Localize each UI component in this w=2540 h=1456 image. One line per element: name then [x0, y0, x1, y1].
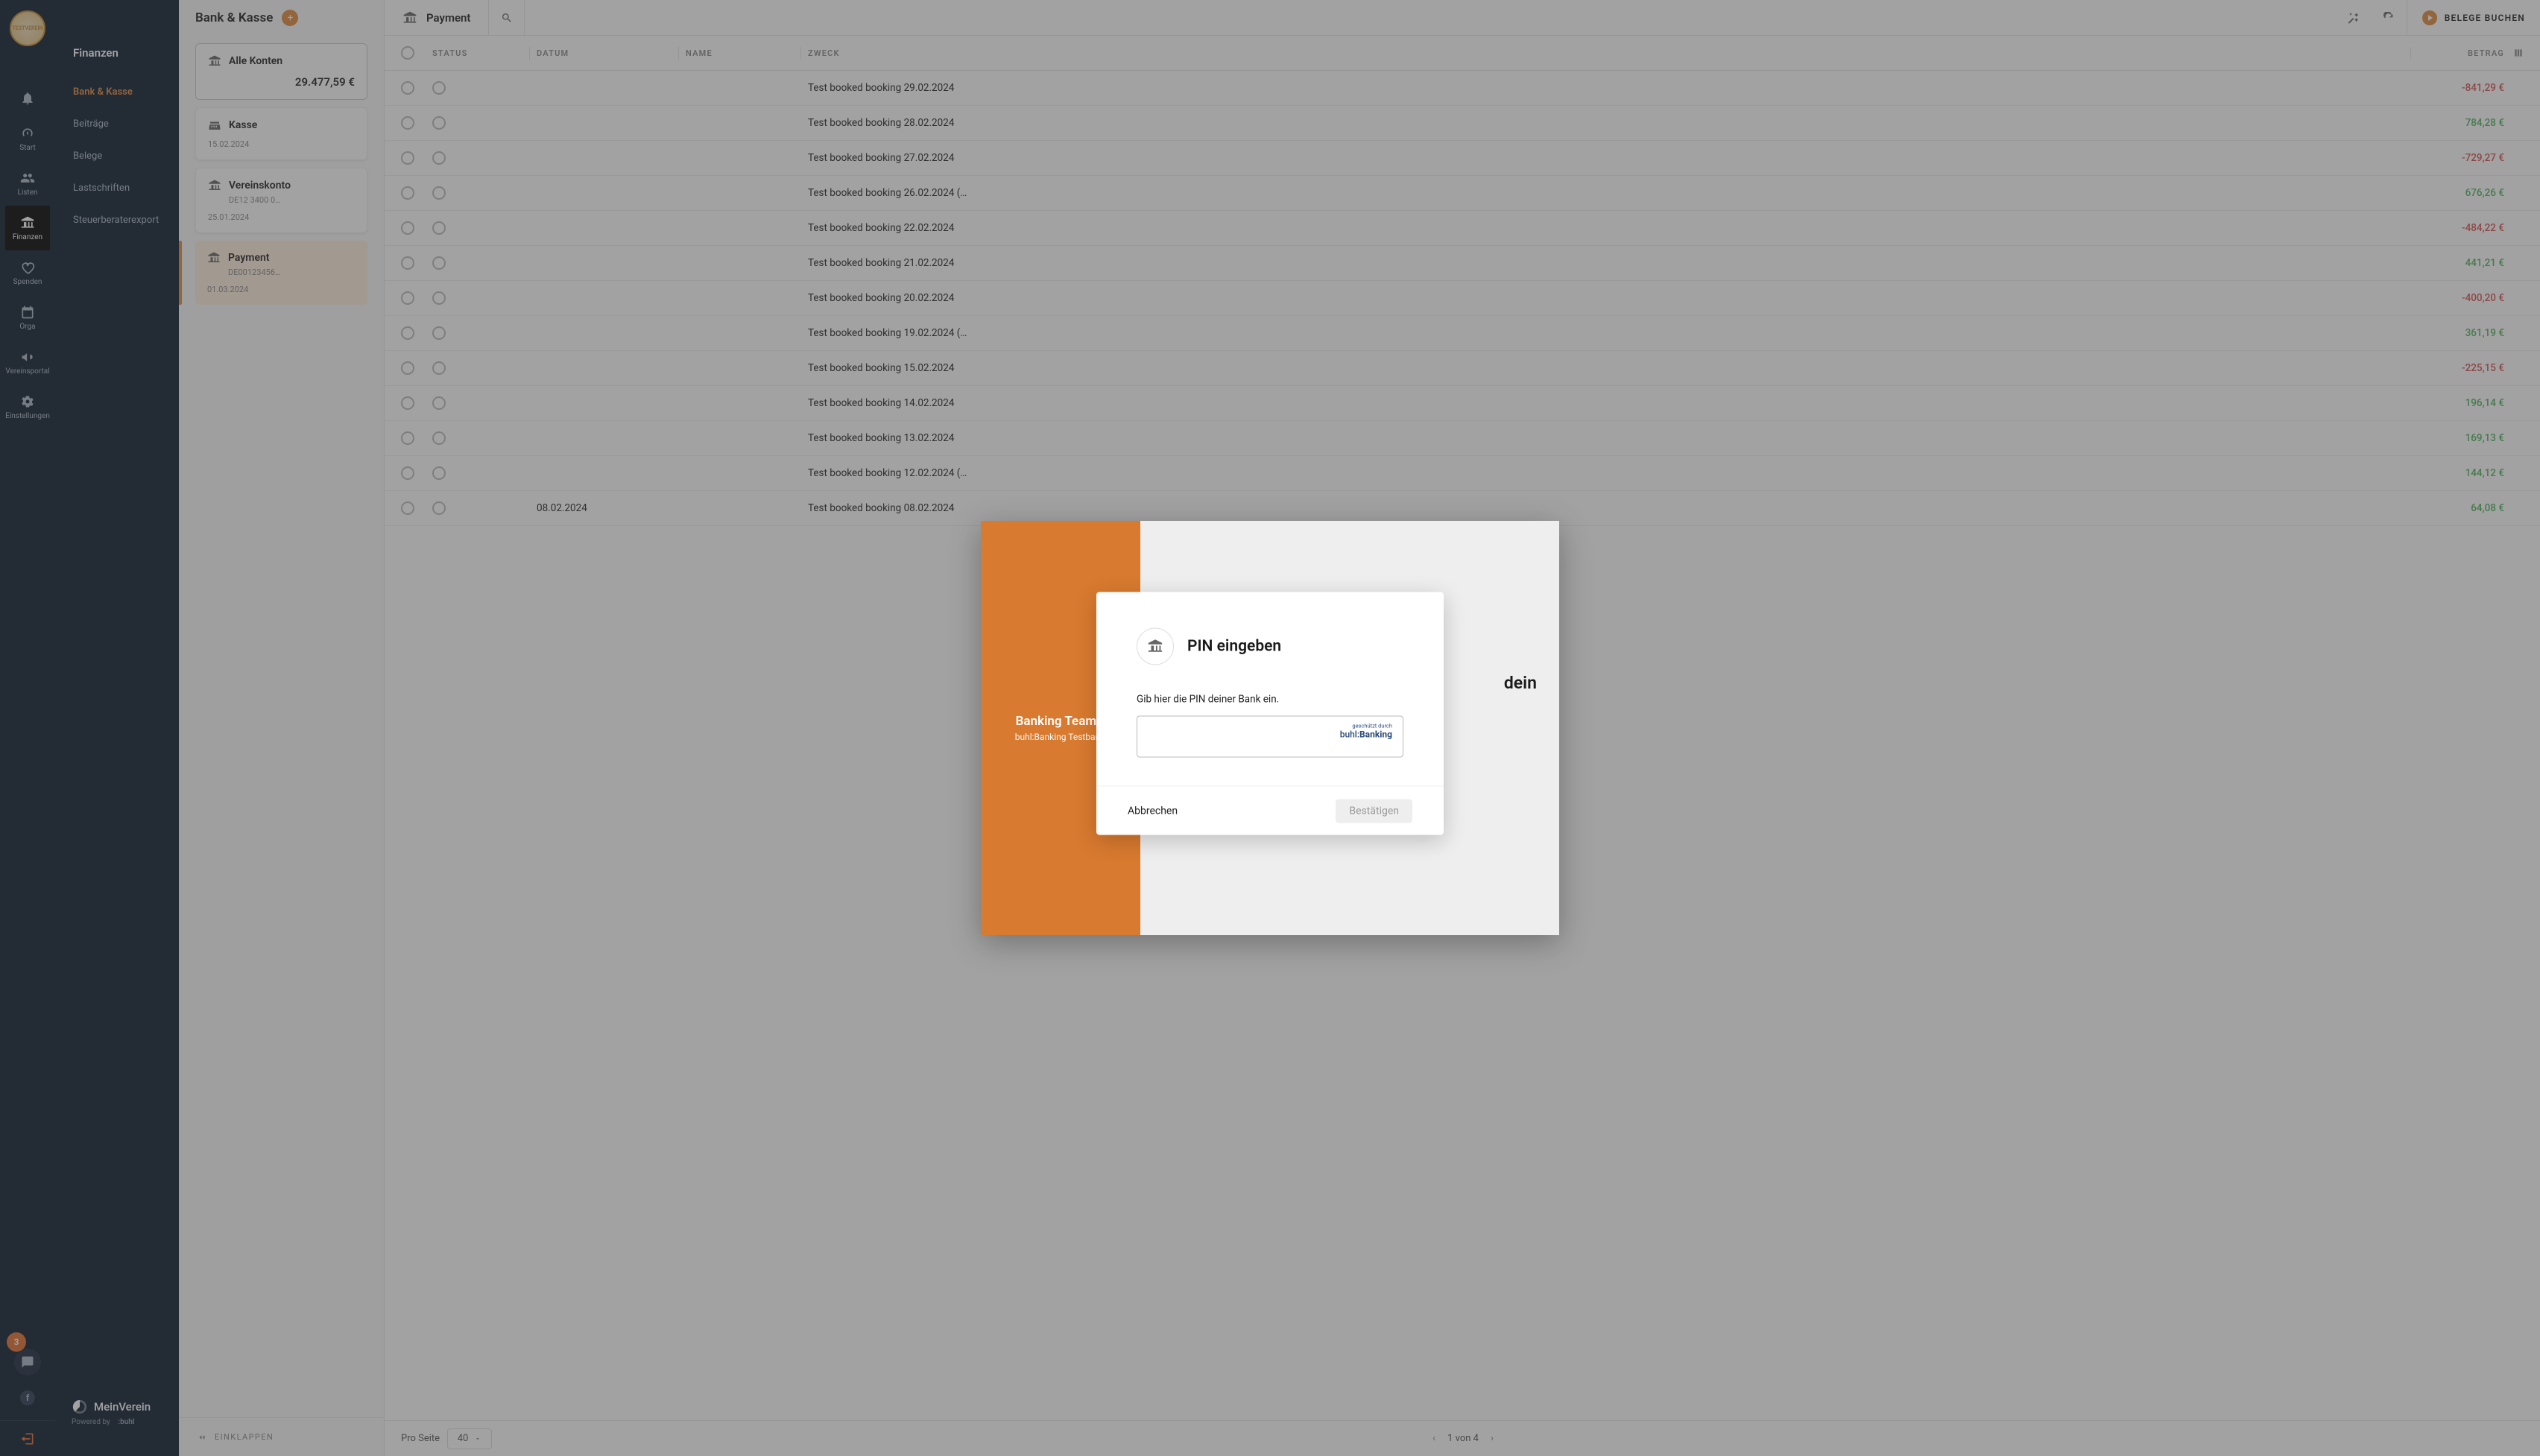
bank-icon — [1147, 638, 1163, 654]
pin-confirm-button[interactable]: Bestätigen — [1336, 799, 1412, 823]
pin-description: Gib hier die PIN deiner Bank ein. — [1137, 693, 1403, 705]
pin-bank-icon-circle — [1137, 627, 1174, 665]
banking-right-peek-text: dein — [1504, 673, 1537, 693]
modal-overlay: Banking Team… buhl:Banking Testban… dein… — [0, 0, 2540, 1456]
pin-title: PIN eingeben — [1187, 637, 1281, 655]
pin-cancel-button[interactable]: Abbrechen — [1128, 805, 1178, 817]
pin-modal: PIN eingeben Gib hier die PIN deiner Ban… — [1096, 592, 1444, 835]
pin-brand: geschützt durch buhl:Banking — [1340, 722, 1392, 739]
